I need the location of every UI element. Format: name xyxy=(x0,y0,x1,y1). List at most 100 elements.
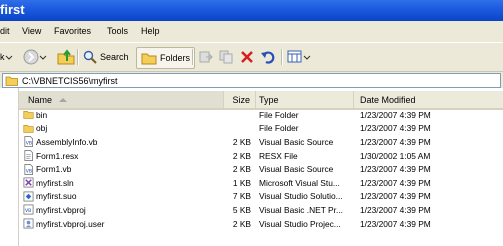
chevron-down-icon xyxy=(5,55,12,60)
title-bar: first xyxy=(0,0,503,21)
undo-button[interactable] xyxy=(260,47,276,67)
menu-tools[interactable]: Tools xyxy=(107,26,128,36)
file-size xyxy=(224,108,251,122)
file-type: Visual Studio Projec... xyxy=(259,218,341,229)
file-name-cell: Form1.resx xyxy=(23,149,223,163)
left-pane-edge xyxy=(0,88,19,246)
move-to-icon xyxy=(199,51,213,63)
folders-icon xyxy=(141,53,157,65)
back-button[interactable]: k xyxy=(0,47,13,67)
file-type: Microsoft Visual Stu... xyxy=(259,177,340,188)
file-row[interactable]: VB myfirst.vbproj 5 KB Visual Basic .NET… xyxy=(19,203,503,217)
copy-to-button[interactable] xyxy=(219,47,235,67)
menu-bar: dit View Favorites Tools Help xyxy=(0,21,503,43)
toolbar: k Search Folders xyxy=(0,43,503,72)
folder-icon xyxy=(5,76,18,86)
vb-file-icon: VB xyxy=(24,163,33,175)
up-folder-button[interactable] xyxy=(57,47,75,67)
menu-edit[interactable]: dit xyxy=(0,26,10,36)
file-type: File Folder xyxy=(259,123,299,134)
file-name: myfirst.suo xyxy=(36,191,77,202)
folder-icon xyxy=(23,111,34,120)
column-header-date-modified[interactable]: Date Modified xyxy=(354,91,503,108)
toolbar-separator xyxy=(281,49,283,65)
file-name-cell: myfirst.vbproj.user xyxy=(23,217,223,231)
forward-button[interactable] xyxy=(23,47,47,67)
file-name: bin xyxy=(36,109,48,120)
file-type: File Folder xyxy=(259,109,299,120)
file-name-cell: myfirst.suo xyxy=(23,190,223,204)
toolbar-separator xyxy=(77,49,79,65)
file-size: 2 KB xyxy=(232,164,251,175)
folders-button[interactable]: Folders xyxy=(136,47,196,69)
file-row[interactable]: myfirst.sln 1 KB Microsoft Visual Stu...… xyxy=(19,176,503,190)
file-name: myfirst.vbproj xyxy=(36,204,86,215)
suo-file-icon xyxy=(23,191,34,202)
file-row[interactable]: myfirst.suo 7 KB Visual Studio Solutio..… xyxy=(19,190,503,204)
file-row[interactable]: myfirst.vbproj.user 2 KB Visual Studio P… xyxy=(19,217,503,231)
resx-file-icon xyxy=(24,150,33,161)
file-type: Visual Basic Source xyxy=(259,164,334,175)
file-name-cell: obj xyxy=(23,122,223,136)
vbproj-file-icon: VB xyxy=(23,205,34,215)
file-name: myfirst.sln xyxy=(36,177,74,188)
file-row[interactable]: Form1.resx 2 KB RESX File 1/30/2002 1:05… xyxy=(19,149,503,163)
column-type-label: Type xyxy=(259,94,279,105)
file-modified: 1/23/2007 4:39 PM xyxy=(360,218,431,229)
move-to-button[interactable] xyxy=(198,47,214,67)
folder-icon xyxy=(23,124,34,133)
file-type: Visual Studio Solutio... xyxy=(259,191,343,202)
file-row[interactable]: VB Form1.vb 2 KB Visual Basic Source 1/2… xyxy=(19,162,503,176)
file-row[interactable]: VB AssemblyInfo.vb 2 KB Visual Basic Sou… xyxy=(19,135,503,149)
column-header-name[interactable]: Name xyxy=(19,91,224,108)
sln-file-icon xyxy=(23,177,34,188)
file-name-cell: myfirst.sln xyxy=(23,176,223,190)
file-name-cell: VB myfirst.vbproj xyxy=(23,203,223,217)
svg-text:VB: VB xyxy=(26,141,32,147)
sort-ascending-icon xyxy=(59,97,68,102)
column-header-type[interactable]: Type xyxy=(256,91,354,108)
svg-text:VB: VB xyxy=(25,209,31,215)
file-row[interactable]: obj File Folder 1/23/2007 4:39 PM xyxy=(19,122,503,136)
file-modified: 1/23/2007 4:39 PM xyxy=(360,177,431,188)
file-name: AssemblyInfo.vb xyxy=(36,136,98,147)
file-size: 7 KB xyxy=(232,191,251,202)
column-modified-label: Date Modified xyxy=(360,94,416,105)
delete-icon xyxy=(241,51,253,63)
menu-help[interactable]: Help xyxy=(141,26,160,36)
file-size: 1 KB xyxy=(232,177,251,188)
file-size: 2 KB xyxy=(232,136,251,147)
up-folder-icon xyxy=(57,49,75,65)
menu-favorites[interactable]: Favorites xyxy=(54,26,91,36)
search-button[interactable]: Search xyxy=(83,47,129,67)
file-name: obj xyxy=(36,123,48,134)
file-modified: 1/23/2007 4:39 PM xyxy=(360,191,431,202)
undo-icon xyxy=(261,51,275,64)
search-icon xyxy=(83,50,97,64)
views-button[interactable] xyxy=(287,47,311,67)
file-modified: 1/23/2007 4:39 PM xyxy=(360,164,431,175)
file-row[interactable]: bin File Folder 1/23/2007 4:39 PM xyxy=(19,108,503,122)
address-bar: C:\VBNETCIS56\myfirst xyxy=(0,72,503,88)
file-type: Visual Basic .NET Pr... xyxy=(259,204,343,215)
file-modified: 1/23/2007 4:39 PM xyxy=(360,109,431,120)
column-name-label: Name xyxy=(28,94,53,105)
file-size xyxy=(224,122,251,136)
toolbar-separator xyxy=(192,49,194,65)
file-modified: 1/23/2007 4:39 PM xyxy=(360,123,431,134)
file-list: bin File Folder 1/23/2007 4:39 PM obj Fi… xyxy=(19,108,503,230)
menu-view[interactable]: View xyxy=(22,26,41,36)
delete-button[interactable] xyxy=(240,47,254,67)
file-type: RESX File xyxy=(259,150,298,161)
views-icon xyxy=(287,50,302,63)
address-field[interactable]: C:\VBNETCIS56\myfirst xyxy=(2,73,501,88)
column-header-size[interactable]: Size xyxy=(224,91,256,108)
svg-text:VB: VB xyxy=(26,168,32,174)
window-title: first xyxy=(0,2,25,17)
file-name-cell: bin xyxy=(23,108,223,122)
file-name: myfirst.vbproj.user xyxy=(36,218,105,229)
chevron-down-icon xyxy=(303,55,311,60)
file-name: Form1.vb xyxy=(36,164,72,175)
copy-to-icon xyxy=(219,50,233,64)
file-modified: 1/23/2007 4:39 PM xyxy=(360,136,431,147)
